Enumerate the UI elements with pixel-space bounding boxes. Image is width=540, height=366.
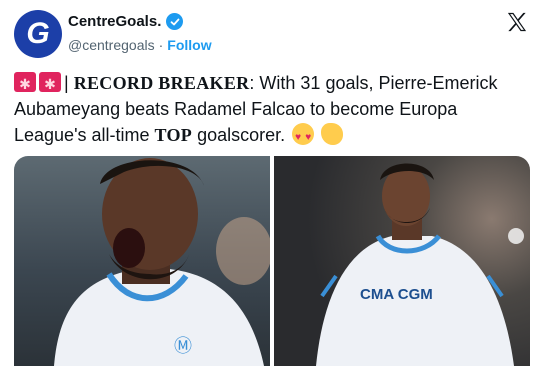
avatar-logo: G	[26, 17, 50, 50]
heart-eyes-emoji	[292, 123, 315, 151]
celebration-photo-left[interactable]: Ⓜ	[14, 156, 270, 366]
police-light-icon	[14, 71, 36, 97]
celebration-photo-right[interactable]: CMA CGM	[274, 156, 530, 366]
player-illustration-left: Ⓜ	[54, 158, 270, 366]
separator-dot: ·	[158, 37, 164, 53]
headline-text: RECORD BREAKER	[73, 73, 250, 93]
clapping-hands-emoji	[321, 123, 344, 145]
player-illustration-right: CMA CGM	[316, 163, 524, 366]
shirt-sponsor-text: CMA CGM	[360, 286, 433, 303]
handle-row: @centregoals · Follow	[68, 37, 212, 53]
x-logo-icon[interactable]	[506, 12, 528, 32]
follow-button[interactable]: Follow	[167, 37, 211, 53]
verified-badge-icon	[166, 13, 184, 30]
emphasis-text: TOP	[154, 125, 193, 145]
avatar[interactable]: G	[14, 10, 62, 58]
pipe-separator: |	[64, 73, 69, 93]
tweet-text: | RECORD BREAKER: With 31 goals, Pierre-…	[14, 70, 529, 151]
account-name-row: CentreGoals.	[68, 13, 184, 30]
display-name[interactable]: CentreGoals.	[68, 13, 161, 30]
svg-text:Ⓜ: Ⓜ	[174, 336, 192, 356]
police-light-icon	[39, 71, 61, 97]
account-handle[interactable]: @centregoals	[68, 37, 155, 53]
tweet-media: Ⓜ CMA CGM	[14, 156, 530, 366]
tweet-body-part2: goalscorer.	[192, 125, 286, 145]
